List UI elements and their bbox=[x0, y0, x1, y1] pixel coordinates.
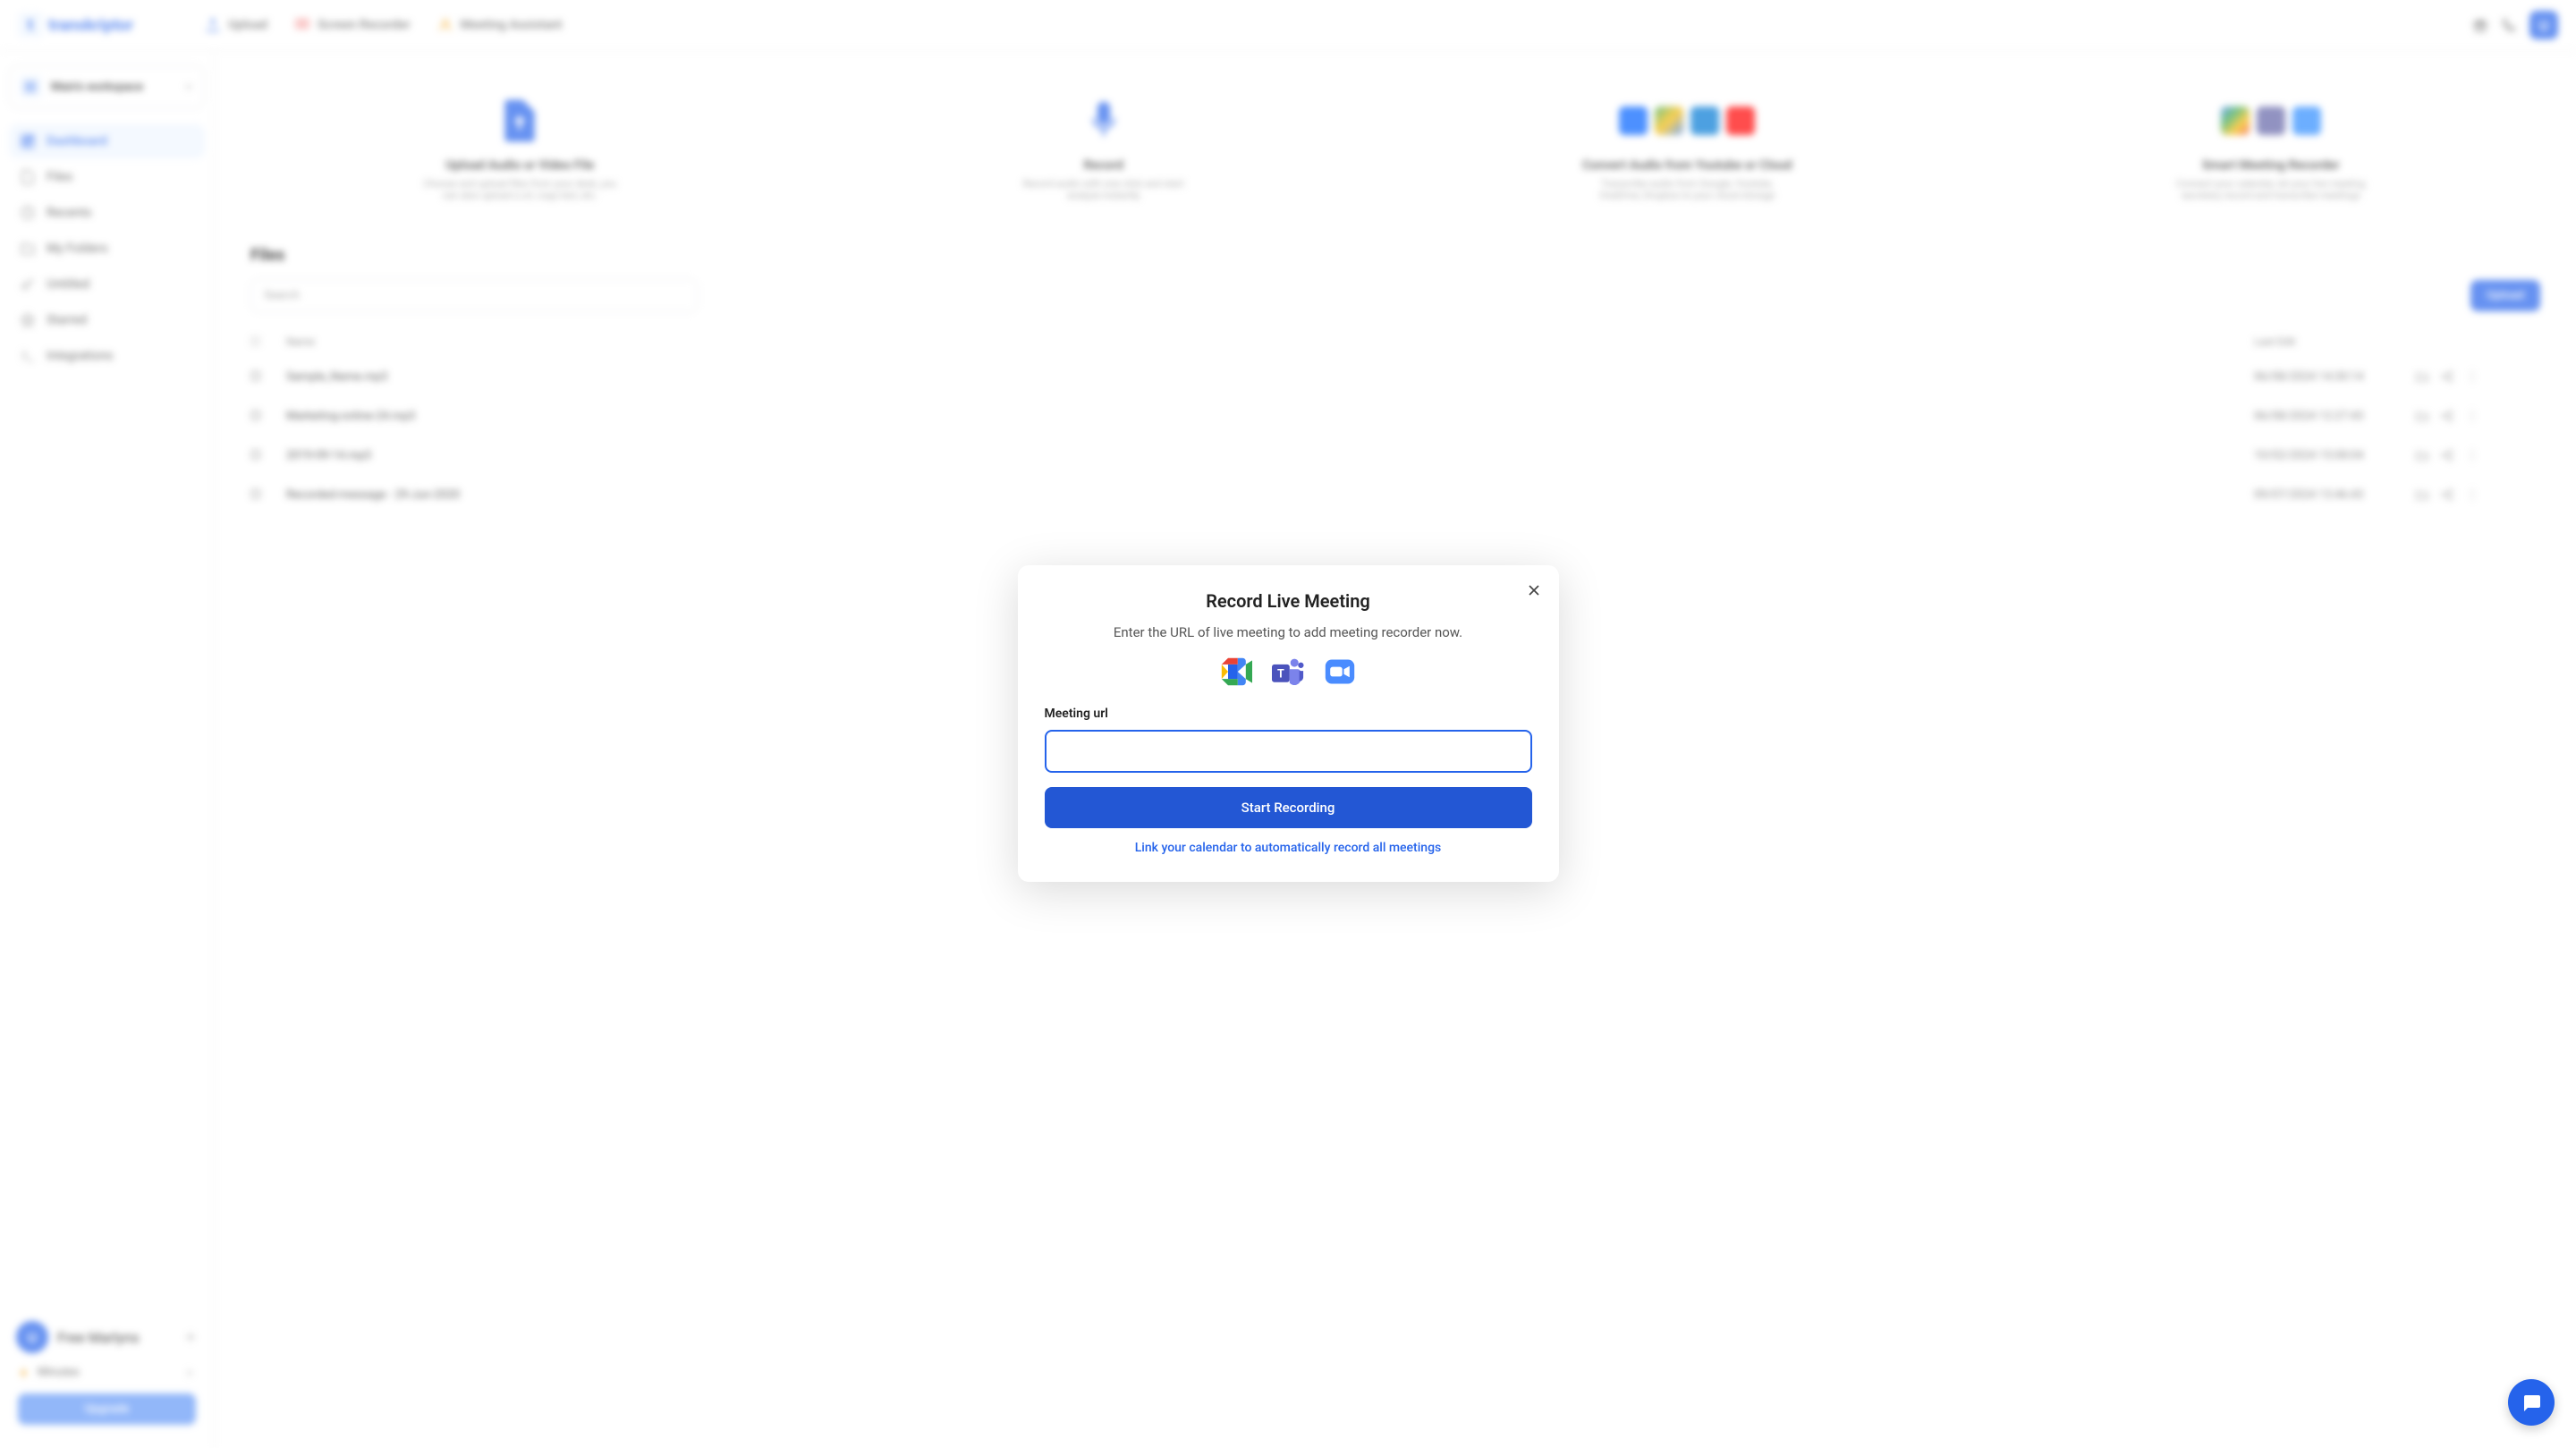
meeting-url-label: Meeting url bbox=[1045, 707, 1532, 721]
close-icon bbox=[1525, 581, 1543, 599]
modal-subtitle: Enter the URL of live meeting to add mee… bbox=[1045, 624, 1532, 640]
record-meeting-modal: Record Live Meeting Enter the URL of liv… bbox=[1018, 565, 1559, 882]
chat-icon bbox=[2521, 1392, 2542, 1413]
zoom-icon bbox=[1324, 656, 1356, 687]
svg-text:T: T bbox=[1277, 667, 1284, 681]
chat-fab[interactable] bbox=[2508, 1379, 2555, 1426]
start-recording-button[interactable]: Start Recording bbox=[1045, 787, 1532, 828]
ms-teams-icon: T bbox=[1272, 656, 1304, 687]
link-calendar-link[interactable]: Link your calendar to automatically reco… bbox=[1045, 841, 1532, 855]
google-meet-icon bbox=[1220, 656, 1252, 687]
modal-overlay[interactable]: Record Live Meeting Enter the URL of liv… bbox=[0, 0, 2576, 1447]
meeting-url-input[interactable] bbox=[1045, 730, 1532, 773]
modal-title: Record Live Meeting bbox=[1045, 590, 1532, 612]
close-button[interactable] bbox=[1525, 581, 1543, 599]
